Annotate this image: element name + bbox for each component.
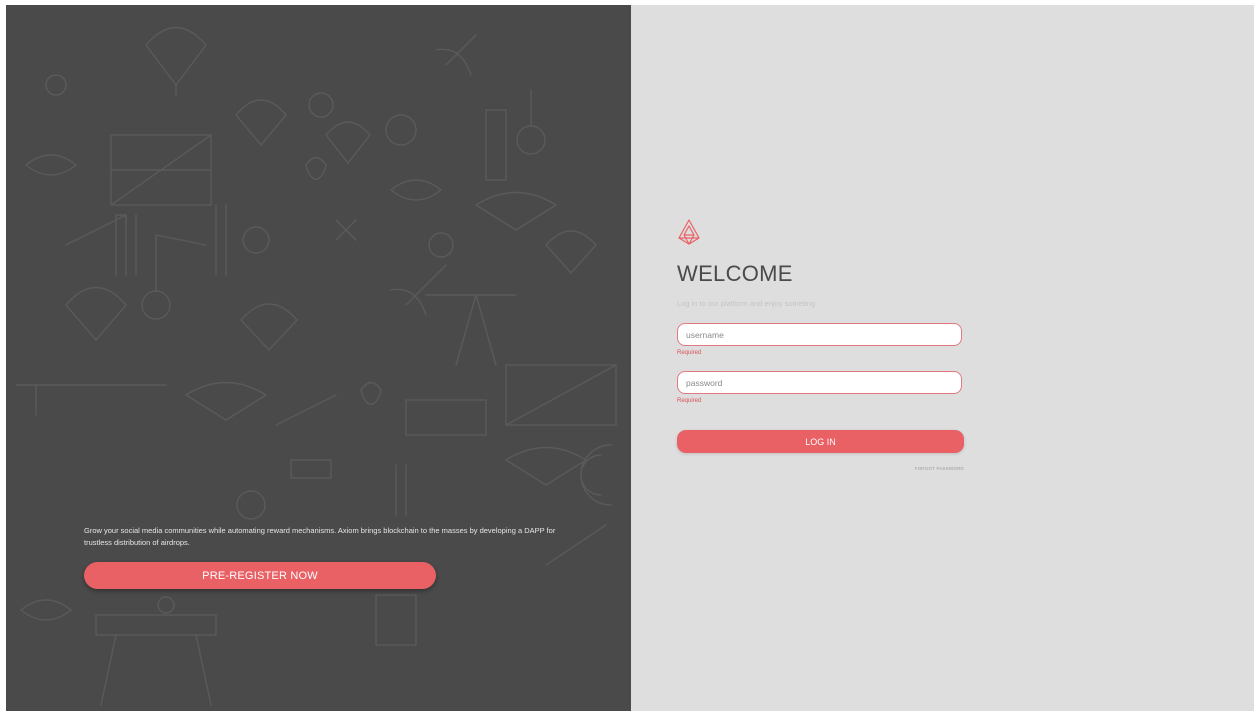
login-form: WELCOME Log in to our platform and enjoy… [677,219,967,471]
username-error: Required [677,350,702,356]
login-subtitle: Log in to our platform and enjoy sometin… [677,299,815,308]
username-input[interactable] [677,323,962,346]
login-panel: WELCOME Log in to our platform and enjoy… [631,5,1254,711]
promo-description: Grow your social media communities while… [84,526,556,547]
axiom-triangle-logo-icon [678,219,700,245]
pre-register-button[interactable]: PRE-REGISTER NOW [84,562,436,589]
login-button[interactable]: LOG IN [677,430,964,453]
forgot-password-link[interactable]: FORGOT PASSWORD [677,466,964,471]
password-error: Required [677,398,702,404]
background-pattern [15,26,617,706]
app-frame: Grow your social media communities while… [6,5,1254,711]
promo-panel: Grow your social media communities while… [6,5,631,711]
welcome-title: WELCOME [677,261,793,286]
password-input[interactable] [677,371,962,394]
